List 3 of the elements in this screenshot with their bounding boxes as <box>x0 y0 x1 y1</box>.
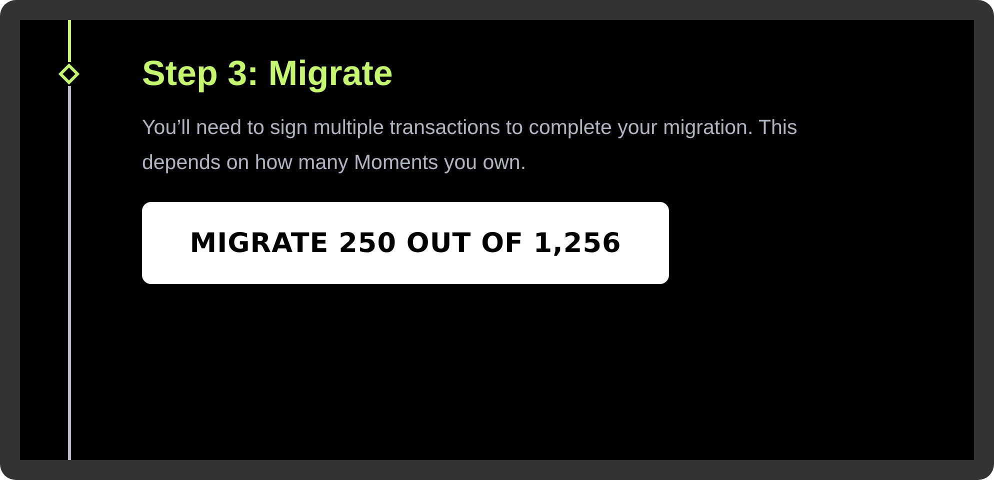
step-description: You’ll need to sign multiple transactions to complete your migration. This depends on how many Moments you own. <box>142 115 798 176</box>
step-title: Step 3: Migrate <box>142 54 394 94</box>
migrate-button[interactable]: MIGRATE 250 OUT OF 1,256 <box>142 202 669 284</box>
